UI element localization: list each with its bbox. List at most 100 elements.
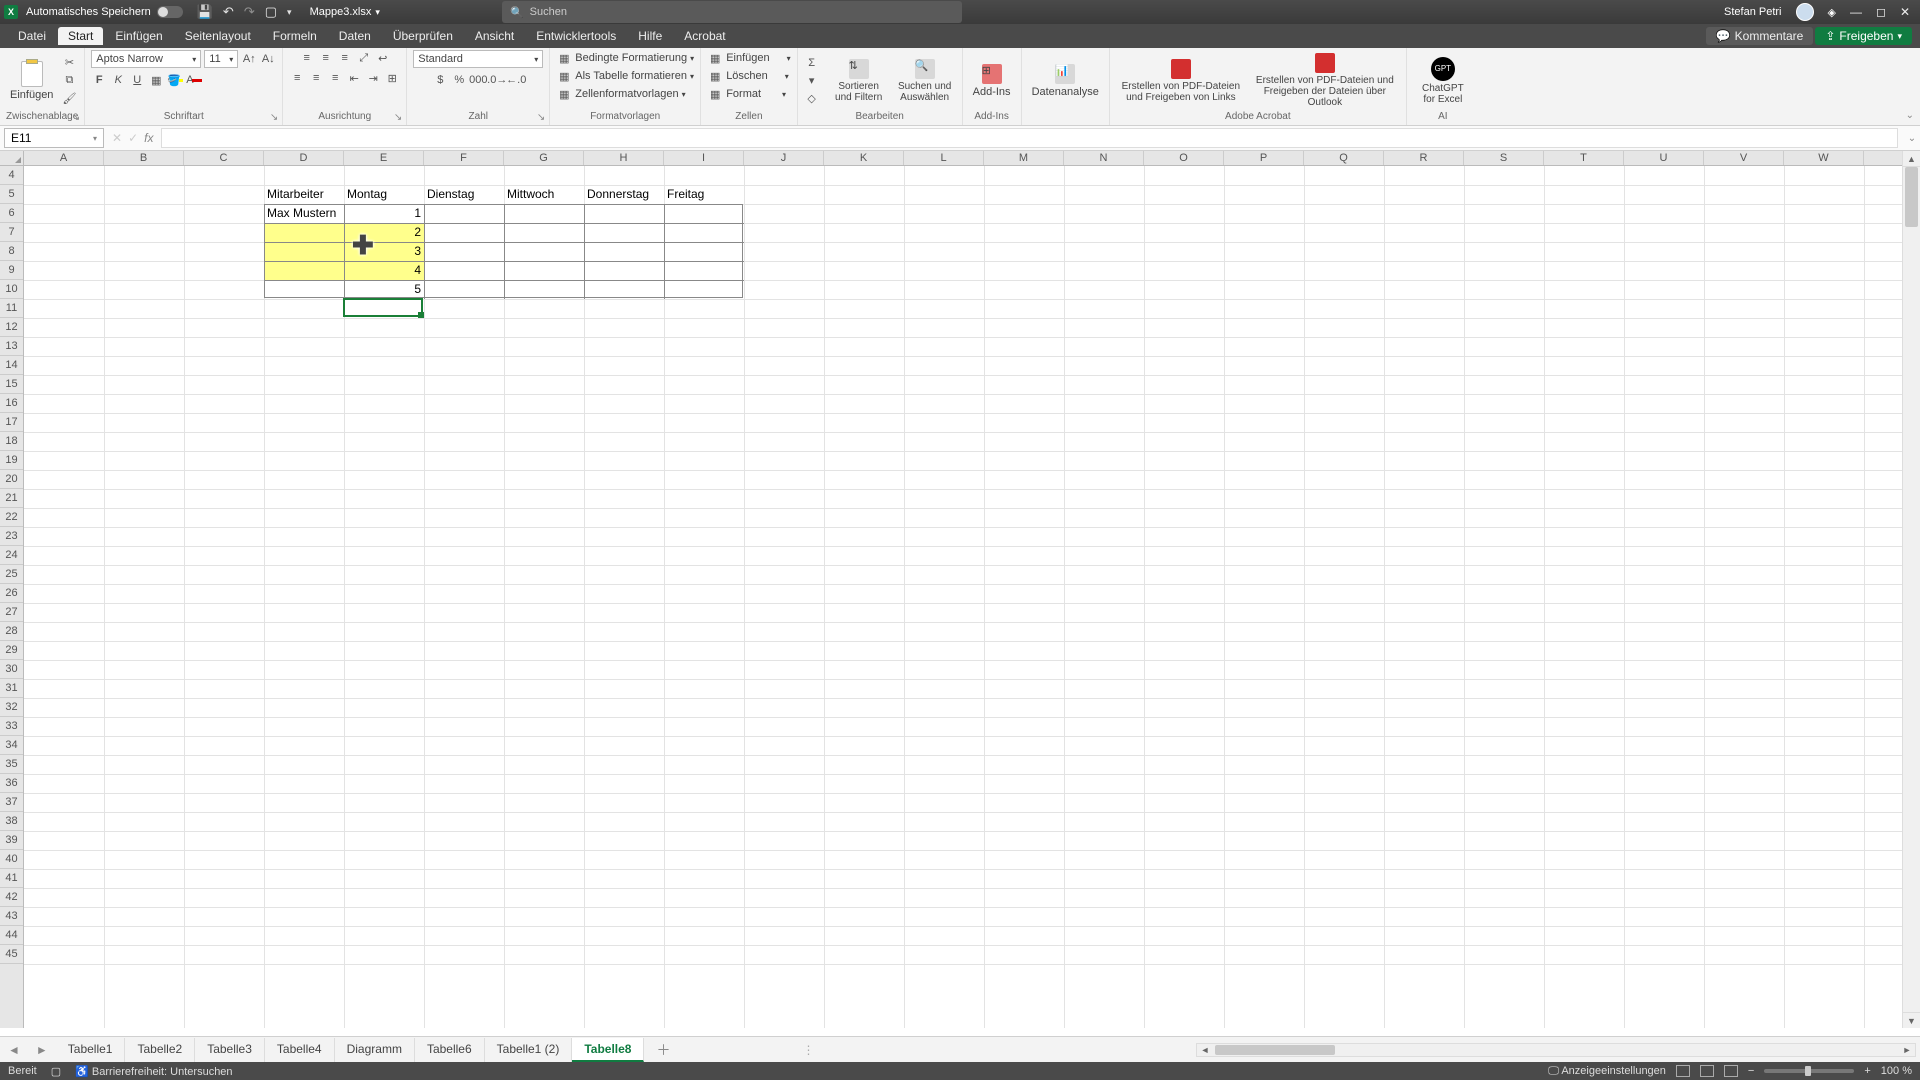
- row-header-24[interactable]: 24: [0, 546, 23, 565]
- chevron-down-icon[interactable]: ▾: [93, 134, 97, 143]
- row-header-12[interactable]: 12: [0, 318, 23, 337]
- align-left-button[interactable]: ≡: [289, 70, 305, 86]
- column-headers[interactable]: ABCDEFGHIJKLMNOPQRSTUVW: [24, 151, 1902, 166]
- col-header-H[interactable]: H: [584, 151, 664, 165]
- row-header-7[interactable]: 7: [0, 223, 23, 242]
- cell-E10[interactable]: 5: [344, 280, 424, 299]
- row-header-37[interactable]: 37: [0, 793, 23, 812]
- row-header-41[interactable]: 41: [0, 869, 23, 888]
- redo-icon[interactable]: ↷: [244, 4, 255, 20]
- name-box[interactable]: E11 ▾: [4, 128, 104, 148]
- cut-button[interactable]: ✂: [61, 55, 77, 71]
- zoom-out-button[interactable]: −: [1748, 1065, 1754, 1077]
- cell-G5[interactable]: Mittwoch: [504, 185, 584, 204]
- cell-E5[interactable]: Montag: [344, 185, 424, 204]
- font-color-button[interactable]: A: [186, 72, 202, 88]
- row-header-40[interactable]: 40: [0, 850, 23, 869]
- search-box[interactable]: 🔍 Suchen: [502, 1, 962, 23]
- h-scrollbar-thumb[interactable]: [1215, 1045, 1335, 1055]
- align-middle-button[interactable]: ≡: [318, 50, 334, 66]
- page-break-view-button[interactable]: [1724, 1065, 1738, 1077]
- copy-button[interactable]: ⧉: [61, 73, 77, 89]
- page-layout-view-button[interactable]: [1700, 1065, 1714, 1077]
- sheet-nav-prev[interactable]: ◄: [0, 1043, 28, 1057]
- menu-tab-start[interactable]: Start: [58, 27, 103, 45]
- cell-E6[interactable]: 1: [344, 204, 424, 223]
- find-select-button[interactable]: 🔍 Suchen und Auswählen: [894, 57, 956, 105]
- number-format-combo[interactable]: Standard▾: [413, 50, 543, 68]
- decrease-indent-button[interactable]: ⇤: [346, 70, 362, 86]
- font-size-combo[interactable]: 11▾: [204, 50, 238, 68]
- row-header-29[interactable]: 29: [0, 641, 23, 660]
- row-header-14[interactable]: 14: [0, 356, 23, 375]
- row-header-6[interactable]: 6: [0, 204, 23, 223]
- row-header-30[interactable]: 30: [0, 660, 23, 679]
- col-header-T[interactable]: T: [1544, 151, 1624, 165]
- sheet-tab-tabelle3[interactable]: Tabelle3: [195, 1038, 265, 1062]
- scroll-down-button[interactable]: ▼: [1903, 1012, 1920, 1028]
- row-header-11[interactable]: 11: [0, 299, 23, 318]
- row-header-39[interactable]: 39: [0, 831, 23, 850]
- menu-tab-entwicklertools[interactable]: Entwicklertools: [526, 27, 626, 45]
- row-header-13[interactable]: 13: [0, 337, 23, 356]
- row-header-31[interactable]: 31: [0, 679, 23, 698]
- row-header-38[interactable]: 38: [0, 812, 23, 831]
- row-header-36[interactable]: 36: [0, 774, 23, 793]
- delete-cells-button[interactable]: ▦Löschen▾: [707, 68, 789, 84]
- border-button[interactable]: ▦: [148, 72, 164, 88]
- row-header-32[interactable]: 32: [0, 698, 23, 717]
- dialog-launcher-icon[interactable]: ↘: [394, 112, 402, 123]
- cell-H5[interactable]: Donnerstag: [584, 185, 664, 204]
- row-header-22[interactable]: 22: [0, 508, 23, 527]
- dialog-launcher-icon[interactable]: ↘: [270, 112, 278, 123]
- fx-icon[interactable]: fx: [144, 131, 153, 145]
- menu-tab-formeln[interactable]: Formeln: [263, 27, 327, 45]
- autosave-toggle[interactable]: Automatisches Speichern: [26, 6, 183, 18]
- document-name[interactable]: Mappe3.xlsx ▾: [310, 6, 380, 18]
- display-settings-button[interactable]: 🖵 Anzeigeeinstellungen: [1548, 1065, 1666, 1078]
- row-header-20[interactable]: 20: [0, 470, 23, 489]
- col-header-F[interactable]: F: [424, 151, 504, 165]
- paste-button[interactable]: Einfügen: [6, 59, 57, 103]
- macro-record-icon[interactable]: ▢: [51, 1065, 61, 1078]
- user-name[interactable]: Stefan Petri: [1724, 6, 1781, 18]
- col-header-Q[interactable]: Q: [1304, 151, 1384, 165]
- collapse-ribbon-button[interactable]: ⌄: [1906, 110, 1914, 121]
- merge-button[interactable]: ⊞: [384, 70, 400, 86]
- zoom-slider[interactable]: [1764, 1069, 1854, 1073]
- comma-button[interactable]: 000: [470, 72, 486, 88]
- select-all-button[interactable]: [0, 151, 24, 166]
- row-header-26[interactable]: 26: [0, 584, 23, 603]
- row-header-23[interactable]: 23: [0, 527, 23, 546]
- cell-I5[interactable]: Freitag: [664, 185, 744, 204]
- format-painter-button[interactable]: 🖌: [61, 91, 77, 107]
- pdf-outlook-button[interactable]: Erstellen von PDF-Dateien und Freigeben …: [1250, 51, 1400, 110]
- col-header-U[interactable]: U: [1624, 151, 1704, 165]
- insert-cells-button[interactable]: ▦Einfügen▾: [707, 50, 790, 66]
- decrease-decimal-button[interactable]: ←.0: [508, 72, 524, 88]
- row-header-18[interactable]: 18: [0, 432, 23, 451]
- pdf-link-button[interactable]: Erstellen von PDF-Dateien und Freigeben …: [1116, 57, 1246, 105]
- menu-tab-seitenlayout[interactable]: Seitenlayout: [175, 27, 261, 45]
- data-analysis-button[interactable]: 📊 Datenanalyse: [1028, 62, 1103, 100]
- sheet-tab-diagramm[interactable]: Diagramm: [335, 1038, 415, 1062]
- menu-tab-einfügen[interactable]: Einfügen: [105, 27, 172, 45]
- row-header-17[interactable]: 17: [0, 413, 23, 432]
- menu-tab-datei[interactable]: Datei: [8, 27, 56, 45]
- expand-formula-bar-button[interactable]: ⌄: [1904, 133, 1920, 144]
- row-header-33[interactable]: 33: [0, 717, 23, 736]
- diamond-icon[interactable]: ◈: [1828, 6, 1836, 19]
- align-right-button[interactable]: ≡: [327, 70, 343, 86]
- row-header-42[interactable]: 42: [0, 888, 23, 907]
- vertical-scrollbar[interactable]: ▲ ▼: [1902, 151, 1920, 1028]
- percent-button[interactable]: %: [451, 72, 467, 88]
- currency-button[interactable]: $: [432, 72, 448, 88]
- col-header-A[interactable]: A: [24, 151, 104, 165]
- decrease-font-button[interactable]: A↓: [260, 51, 276, 67]
- minimize-button[interactable]: —: [1850, 5, 1862, 19]
- col-header-E[interactable]: E: [344, 151, 424, 165]
- row-header-45[interactable]: 45: [0, 945, 23, 964]
- col-header-K[interactable]: K: [824, 151, 904, 165]
- underline-button[interactable]: U: [129, 72, 145, 88]
- fill-button[interactable]: ▾: [804, 73, 820, 89]
